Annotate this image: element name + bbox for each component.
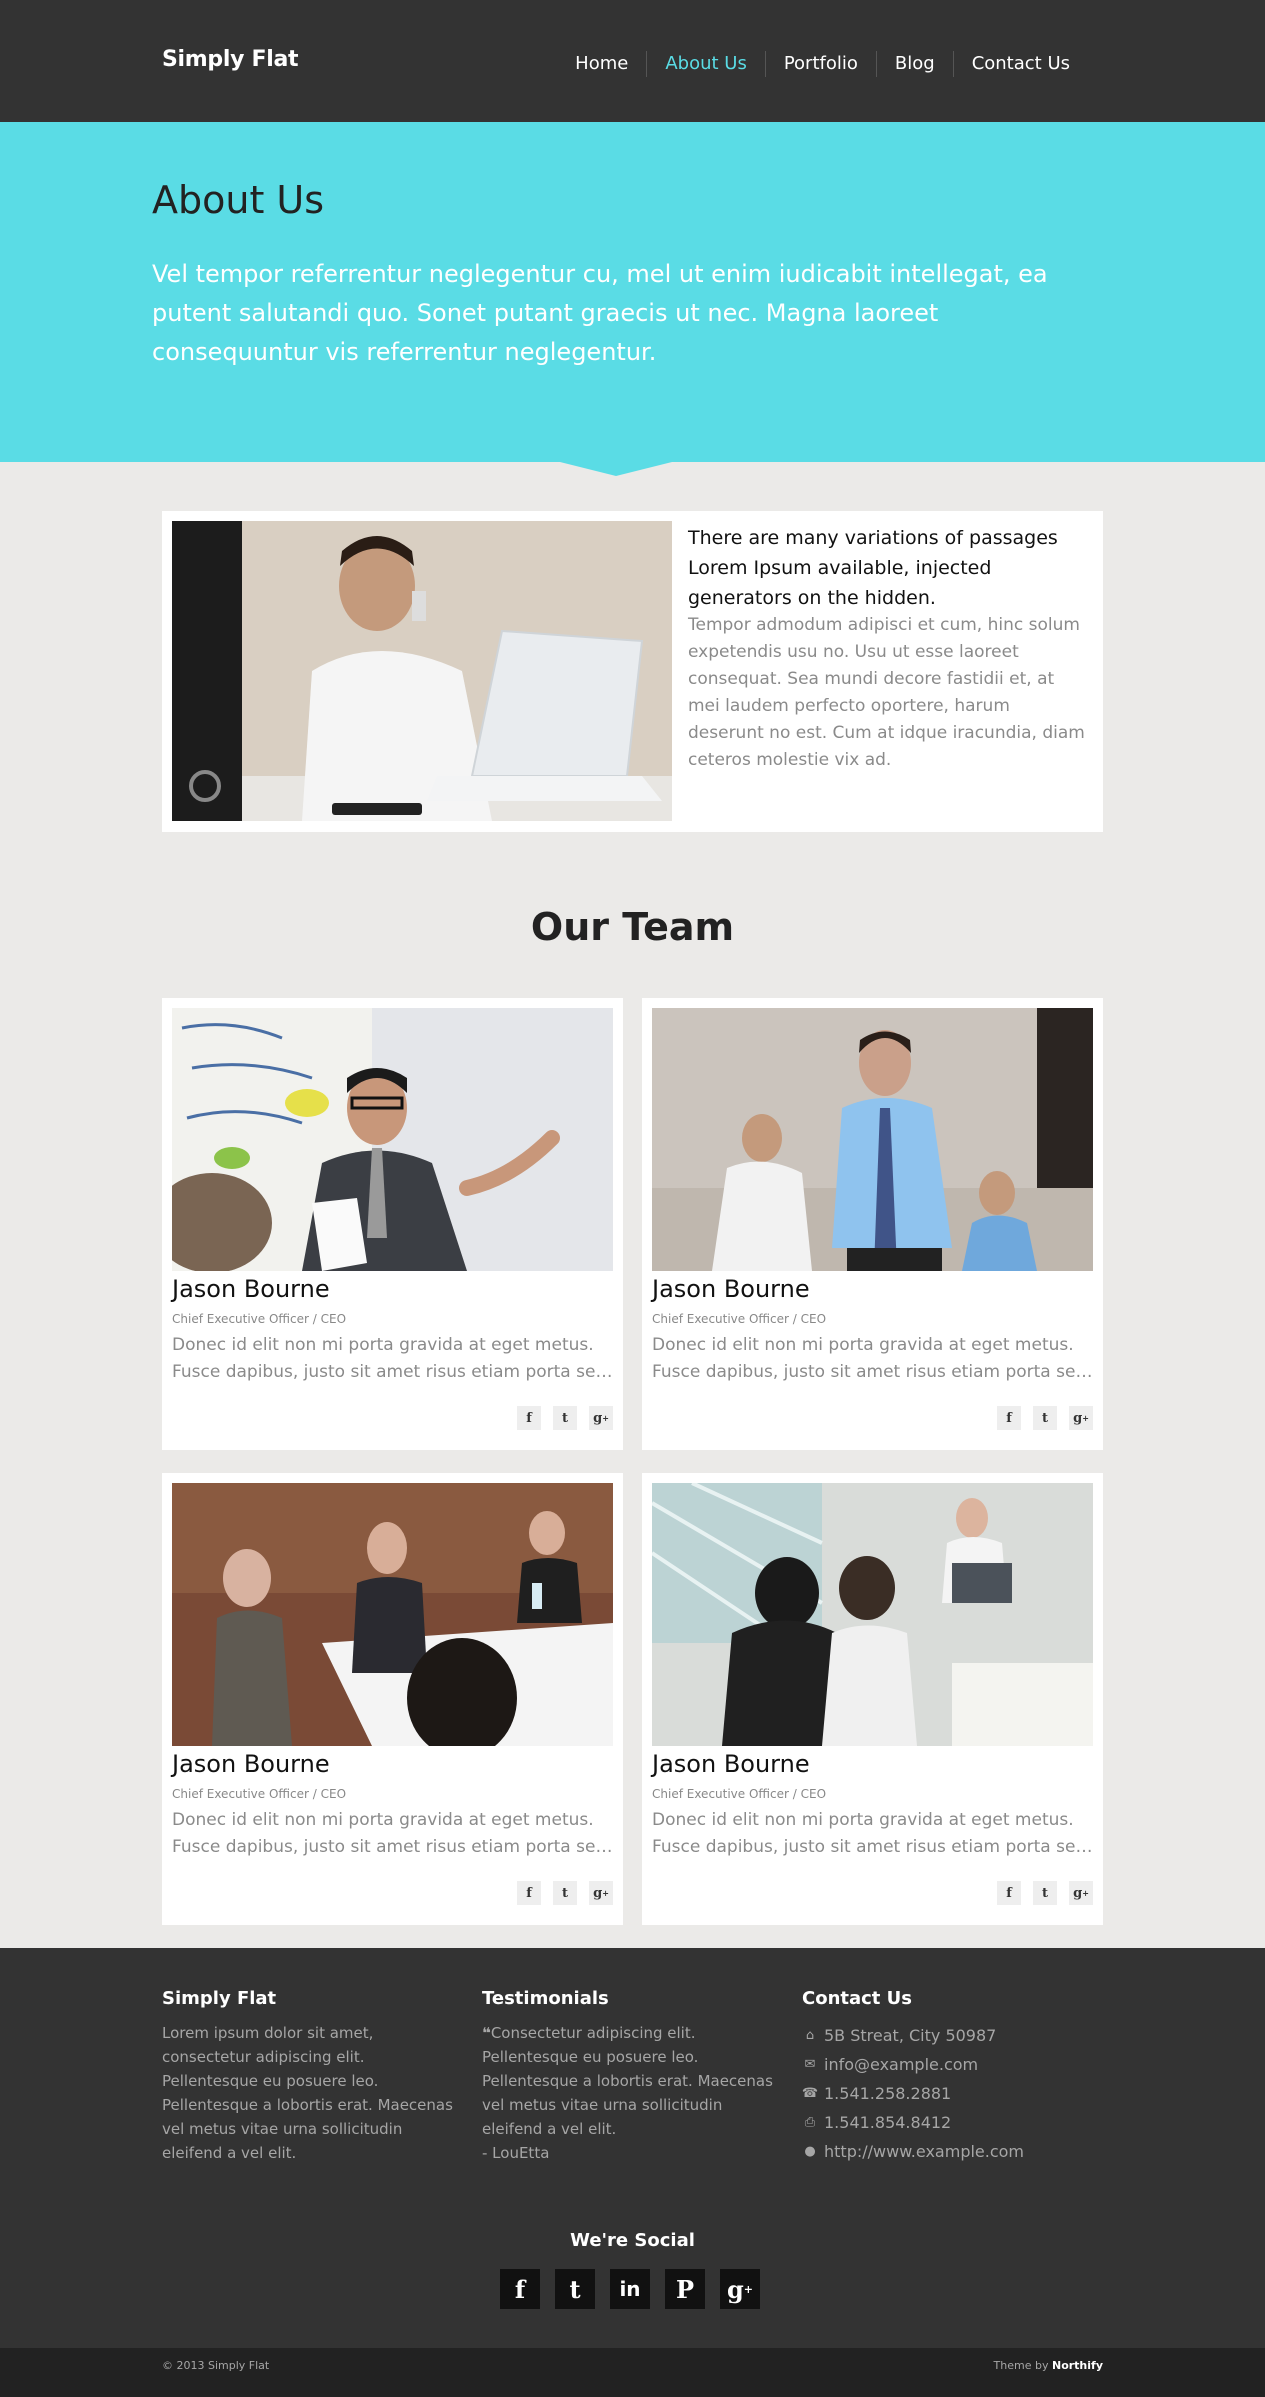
team-member-bio: Donec id elit non mi porta gravida at eg… [652, 1335, 1093, 1382]
twitter-icon[interactable]: t [1033, 1881, 1057, 1905]
nav-about-us[interactable]: About Us [646, 51, 765, 77]
facebook-icon[interactable]: f [517, 1881, 541, 1905]
google-plus-icon[interactable]: g + [1069, 1881, 1093, 1905]
nav-contact-us[interactable]: Contact Us [952, 51, 1088, 77]
team-member-bio: Donec id elit non mi porta gravida at eg… [172, 1335, 613, 1382]
about-lead-text: There are many variations of passages Lo… [688, 527, 1058, 609]
brand-logo[interactable]: Simply Flat [162, 47, 299, 72]
social-heading: We're Social [570, 2230, 695, 2251]
footer-social-links: f t in P g + [500, 2269, 760, 2309]
team-member-socials: f t g + [997, 1881, 1093, 1905]
page-title: About Us [152, 178, 325, 222]
footer-contact-column: Contact Us ⌂ 5B Streat, City 50987 ✉ info@… [802, 1988, 1102, 2166]
team-member-role: Chief Executive Officer / CEO [172, 1312, 347, 1326]
team-card: Jason Bourne Chief Executive Officer / C… [162, 1473, 623, 1925]
facebook-icon[interactable]: f [500, 2269, 540, 2309]
copyright-text: © 2013 Simply Flat [162, 2359, 270, 2372]
home-icon: ⌂ [805, 2028, 815, 2043]
contact-website[interactable]: http://www.example.com [824, 2137, 1024, 2166]
google-plus-icon[interactable]: g + [589, 1406, 613, 1430]
quote-icon: ❝ [482, 2024, 491, 2042]
footer-about-title: Simply Flat [162, 1988, 277, 2009]
facebook-icon[interactable]: f [997, 1406, 1021, 1430]
team-member-photo [652, 1008, 1093, 1271]
team-card: Jason Bourne Chief Executive Officer / C… [642, 1473, 1103, 1925]
team-member-name: Jason Bourne [172, 1750, 330, 1778]
team-member-role: Chief Executive Officer / CEO [652, 1787, 827, 1801]
contact-fax: 1.541.854.8412 [824, 2113, 952, 2132]
google-plus-icon[interactable]: g + [589, 1881, 613, 1905]
contact-phone: 1.541.258.2881 [824, 2084, 952, 2103]
nav-home[interactable]: Home [557, 51, 646, 77]
testimonial-author: - LouEtta [482, 2144, 550, 2162]
linkedin-icon[interactable]: in [610, 2269, 650, 2309]
team-member-photo [172, 1483, 613, 1746]
google-plus-icon[interactable]: g + [720, 2269, 760, 2309]
team-member-socials: f t g + [517, 1881, 613, 1905]
team-member-role: Chief Executive Officer / CEO [652, 1312, 827, 1326]
theme-author-link[interactable]: Northify [1052, 2359, 1103, 2372]
contact-email[interactable]: info@example.com [824, 2050, 978, 2079]
team-card: Jason Bourne Chief Executive Officer / C… [162, 998, 623, 1450]
envelope-icon: ✉ [804, 2057, 816, 2072]
team-member-bio: Donec id elit non mi porta gravida at eg… [172, 1810, 613, 1857]
pinterest-icon[interactable]: P [665, 2269, 705, 2309]
facebook-icon[interactable]: f [997, 1881, 1021, 1905]
team-heading: Our Team [530, 905, 735, 949]
about-body-text: Tempor admodum adipisci et cum, hinc sol… [688, 615, 1085, 770]
testimonial-text: Consectetur adipiscing elit. Pellentesqu… [482, 2024, 773, 2138]
nav-portfolio[interactable]: Portfolio [764, 51, 876, 77]
team-member-socials: f t g + [997, 1406, 1093, 1430]
team-card: Jason Bourne Chief Executive Officer / C… [642, 998, 1103, 1450]
hero-arrow-pointer [560, 462, 672, 476]
twitter-icon[interactable]: t [1033, 1406, 1057, 1430]
globe-icon: ● [804, 2144, 816, 2159]
footer-about-text: Lorem ipsum dolor sit amet, consectetur … [162, 2024, 453, 2162]
twitter-icon[interactable]: t [553, 1881, 577, 1905]
footer-contact-title: Contact Us [802, 1988, 913, 2009]
footer-about-column: Simply Flat Lorem ipsum dolor sit amet, … [162, 1988, 462, 2165]
facebook-icon[interactable]: f [517, 1406, 541, 1430]
team-member-socials: f t g + [517, 1406, 613, 1430]
phone-icon: ☎ [801, 2086, 819, 2101]
team-member-name: Jason Bourne [652, 1750, 810, 1778]
team-member-name: Jason Bourne [652, 1275, 810, 1303]
team-member-photo [172, 1008, 613, 1271]
team-member-photo [652, 1483, 1093, 1746]
team-member-name: Jason Bourne [172, 1275, 330, 1303]
google-plus-icon[interactable]: g + [1069, 1406, 1093, 1430]
nav-blog[interactable]: Blog [875, 51, 953, 77]
hero-intro-text: Vel tempor referrentur neglegentur cu, m… [152, 260, 1048, 366]
print-icon: ⎙ [804, 2115, 816, 2130]
team-member-bio: Donec id elit non mi porta gravida at eg… [652, 1810, 1093, 1857]
team-member-role: Chief Executive Officer / CEO [172, 1787, 347, 1801]
twitter-icon[interactable]: t [555, 2269, 595, 2309]
twitter-icon[interactable]: t [553, 1406, 577, 1430]
about-photo-man-on-phone [172, 521, 672, 821]
main-nav: Home About Us Portfolio Blog Contact Us [557, 51, 1088, 77]
footer-testimonials-column: Testimonials ❝Consectetur adipiscing eli… [482, 1988, 782, 2165]
contact-address: 5B Streat, City 50987 [824, 2026, 997, 2045]
about-section: There are many variations of passages Lo… [162, 511, 1103, 832]
theme-credit: Theme by Northify [993, 2359, 1103, 2372]
bottom-bar [0, 2348, 1265, 2397]
footer-testimonials-title: Testimonials [482, 1988, 609, 2009]
